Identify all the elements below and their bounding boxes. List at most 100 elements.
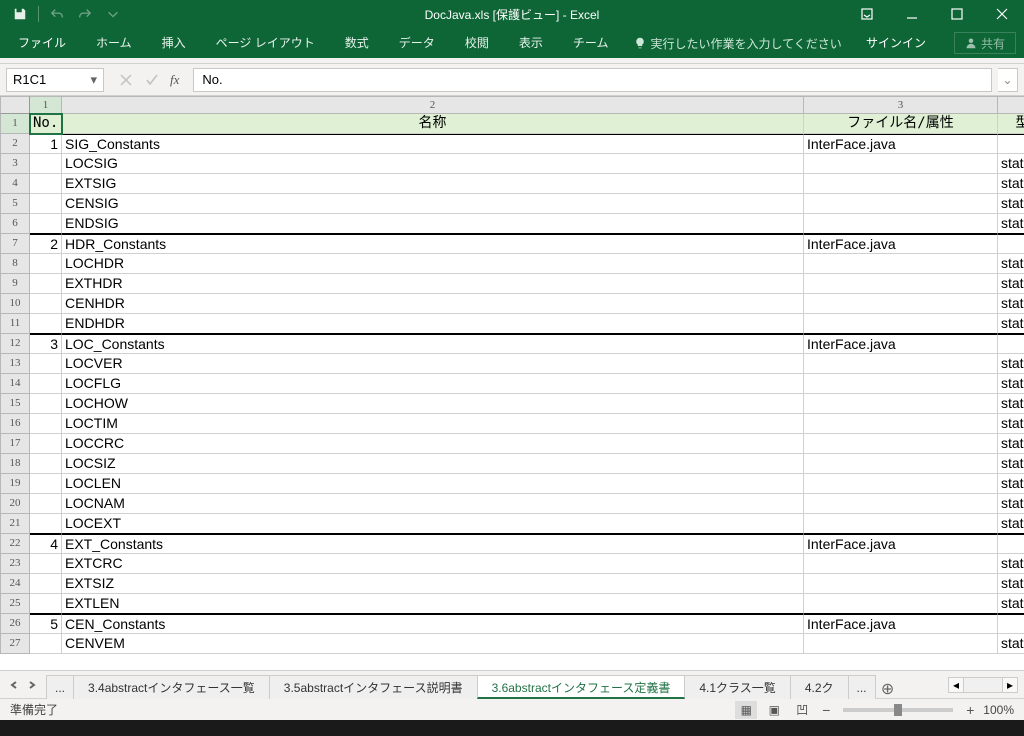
cell[interactable]: stati <box>998 594 1024 614</box>
row-header[interactable]: 18 <box>0 454 30 474</box>
close-button[interactable] <box>979 0 1024 28</box>
cell[interactable]: LOCHDR <box>62 254 804 274</box>
tab-insert[interactable]: 挿入 <box>148 28 200 58</box>
zoom-out-button[interactable]: − <box>819 702 833 718</box>
cell[interactable]: stati <box>998 494 1024 514</box>
cell[interactable] <box>804 254 998 274</box>
column-header[interactable]: 1 <box>30 96 62 114</box>
cell[interactable]: CENSIG <box>62 194 804 214</box>
row-header[interactable]: 14 <box>0 374 30 394</box>
sheet-tab-overflow-right[interactable]: ... <box>848 675 876 699</box>
row-header[interactable]: 1 <box>0 114 30 134</box>
cell[interactable] <box>30 374 62 394</box>
minimize-button[interactable] <box>889 0 934 28</box>
row-header[interactable]: 15 <box>0 394 30 414</box>
cell[interactable]: 5 <box>30 614 62 634</box>
cell[interactable]: LOCCRC <box>62 434 804 454</box>
cell[interactable]: 型 <box>998 114 1024 134</box>
cell[interactable] <box>30 594 62 614</box>
cell[interactable]: InterFace.java <box>804 614 998 634</box>
cell[interactable] <box>804 294 998 314</box>
maximize-button[interactable] <box>934 0 979 28</box>
cell[interactable]: LOCSIG <box>62 154 804 174</box>
row-header[interactable]: 13 <box>0 354 30 374</box>
cell[interactable] <box>804 354 998 374</box>
undo-button[interactable] <box>45 3 69 25</box>
cell[interactable]: EXT_Constants <box>62 534 804 554</box>
fx-label[interactable]: fx <box>166 72 183 88</box>
cell[interactable]: stati <box>998 354 1024 374</box>
zoom-in-button[interactable]: + <box>963 702 977 718</box>
cell[interactable] <box>804 514 998 534</box>
row-header[interactable]: 21 <box>0 514 30 534</box>
cell[interactable]: EXTCRC <box>62 554 804 574</box>
cell[interactable] <box>30 574 62 594</box>
row-header[interactable]: 12 <box>0 334 30 354</box>
cell[interactable] <box>804 394 998 414</box>
cell[interactable] <box>30 454 62 474</box>
cell[interactable]: LOC_Constants <box>62 334 804 354</box>
cell[interactable]: stati <box>998 314 1024 334</box>
cell[interactable]: ファイル名/属性 <box>804 114 998 134</box>
cell[interactable]: stati <box>998 634 1024 654</box>
scroll-left-button[interactable]: ◂ <box>948 677 964 693</box>
tab-data[interactable]: データ <box>385 28 449 58</box>
cell[interactable] <box>30 174 62 194</box>
cell[interactable] <box>804 154 998 174</box>
save-button[interactable] <box>8 3 32 25</box>
cell[interactable] <box>30 274 62 294</box>
cell[interactable] <box>804 194 998 214</box>
cell[interactable]: LOCFLG <box>62 374 804 394</box>
sheet-tab[interactable]: 4.2ク <box>790 675 849 699</box>
cell[interactable]: 2 <box>30 234 62 254</box>
cell[interactable]: stati <box>998 194 1024 214</box>
cell[interactable] <box>998 534 1024 554</box>
cell[interactable]: ENDHDR <box>62 314 804 334</box>
cell[interactable]: SIG_Constants <box>62 134 804 154</box>
row-header[interactable]: 17 <box>0 434 30 454</box>
enter-formula-button[interactable] <box>140 69 164 91</box>
cell[interactable]: stati <box>998 274 1024 294</box>
cell[interactable]: stati <box>998 414 1024 434</box>
zoom-slider[interactable] <box>843 708 953 712</box>
cell[interactable]: LOCTIM <box>62 414 804 434</box>
cell[interactable] <box>804 454 998 474</box>
cell[interactable]: 名称 <box>62 114 804 134</box>
scroll-track[interactable] <box>964 677 1002 693</box>
cell[interactable]: stati <box>998 374 1024 394</box>
cell[interactable] <box>30 354 62 374</box>
row-header[interactable]: 2 <box>0 134 30 154</box>
row-header[interactable]: 22 <box>0 534 30 554</box>
cell[interactable] <box>30 194 62 214</box>
cell[interactable] <box>804 574 998 594</box>
page-break-view-button[interactable]: 凹 <box>791 701 813 719</box>
cell[interactable]: EXTLEN <box>62 594 804 614</box>
worksheet-area[interactable]: 1 2 3 1No.名称ファイル名/属性型21SIG_ConstantsInte… <box>0 96 1024 670</box>
cell[interactable]: LOCEXT <box>62 514 804 534</box>
cell[interactable]: stati <box>998 514 1024 534</box>
cell[interactable]: InterFace.java <box>804 234 998 254</box>
cell[interactable]: HDR_Constants <box>62 234 804 254</box>
cell[interactable] <box>804 554 998 574</box>
page-layout-view-button[interactable]: ▣ <box>763 701 785 719</box>
cell[interactable] <box>30 314 62 334</box>
normal-view-button[interactable]: ▦ <box>735 701 757 719</box>
cell[interactable]: ENDSIG <box>62 214 804 234</box>
tab-review[interactable]: 校閲 <box>451 28 503 58</box>
row-header[interactable]: 5 <box>0 194 30 214</box>
row-header[interactable]: 25 <box>0 594 30 614</box>
row-header[interactable]: 4 <box>0 174 30 194</box>
ribbon-options-button[interactable] <box>844 0 889 28</box>
cell[interactable] <box>30 394 62 414</box>
cell[interactable] <box>998 614 1024 634</box>
cell[interactable]: EXTSIZ <box>62 574 804 594</box>
cell[interactable] <box>804 414 998 434</box>
cell[interactable] <box>30 414 62 434</box>
cell[interactable]: LOCNAM <box>62 494 804 514</box>
row-header[interactable]: 10 <box>0 294 30 314</box>
cell[interactable]: stati <box>998 554 1024 574</box>
tab-scroll-right[interactable] <box>24 676 40 694</box>
row-header[interactable]: 20 <box>0 494 30 514</box>
row-header[interactable]: 8 <box>0 254 30 274</box>
cell[interactable] <box>30 254 62 274</box>
